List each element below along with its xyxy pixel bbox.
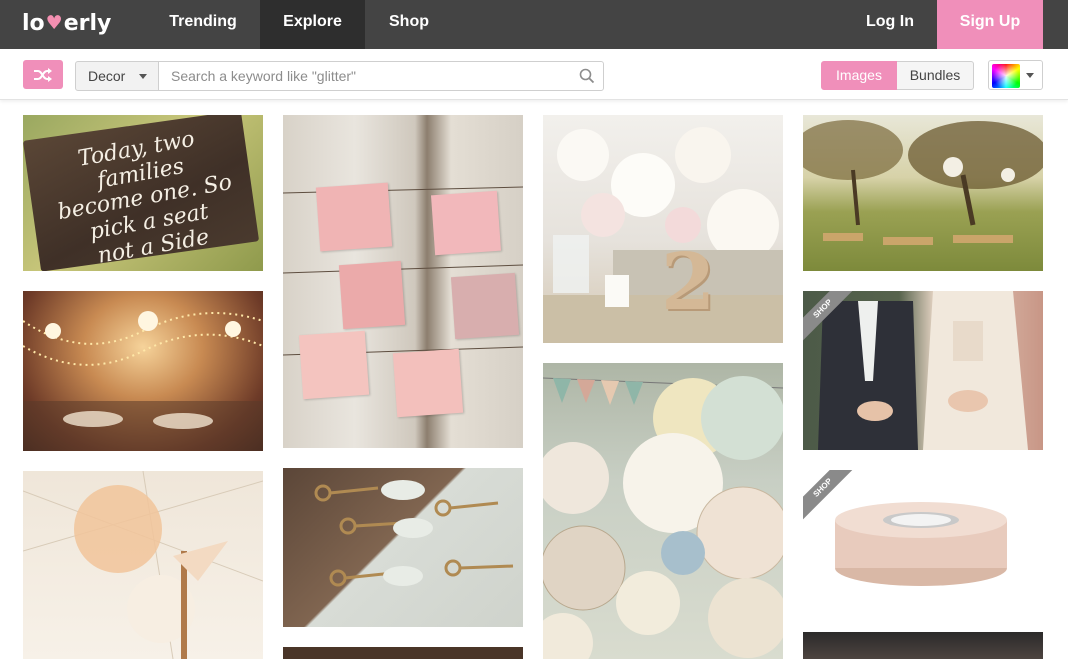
bundles-toggle[interactable]: Bundles xyxy=(897,61,974,90)
image-tile-partial[interactable] xyxy=(283,647,523,659)
image-tile-outdoor-ceremony[interactable] xyxy=(803,115,1043,271)
search-box xyxy=(158,61,604,91)
images-toggle[interactable]: Images xyxy=(821,61,897,90)
nav-trending[interactable]: Trending xyxy=(152,0,254,49)
string-lights xyxy=(23,311,263,451)
color-filter-dropdown[interactable] xyxy=(988,60,1043,90)
search-input[interactable] xyxy=(171,66,571,86)
logo-text-start: lo xyxy=(22,10,45,36)
image-tile-couple[interactable]: SHOP xyxy=(803,291,1043,450)
search-icon[interactable] xyxy=(579,68,595,84)
image-tile-skeleton-keys[interactable] xyxy=(283,468,523,627)
image-tile-escort-cards[interactable] xyxy=(283,115,523,448)
category-label: Decor xyxy=(88,68,126,84)
heart-icon: ♥ xyxy=(45,12,63,34)
escort-card xyxy=(430,190,502,256)
caret-down-icon xyxy=(1026,73,1034,78)
escort-card xyxy=(315,182,393,252)
nav-shop[interactable]: Shop xyxy=(365,0,453,49)
couple-photo xyxy=(818,291,1028,450)
shuffle-icon xyxy=(34,67,52,82)
escort-card xyxy=(450,272,520,340)
image-tile-partial[interactable] xyxy=(803,632,1043,659)
nav-explore[interactable]: Explore xyxy=(260,0,365,49)
image-tile-wooden-sign[interactable]: Today, two families become one. So pick … xyxy=(23,115,263,271)
color-spectrum-icon xyxy=(992,64,1020,88)
top-navigation: lo ♥ erly Trending Explore Shop Log In Sig… xyxy=(0,0,1068,49)
lovely-logo[interactable]: lo ♥ erly xyxy=(22,6,111,40)
skeleton-keys xyxy=(314,480,514,587)
login-link[interactable]: Log In xyxy=(850,0,930,49)
escort-card xyxy=(298,330,370,400)
image-tile-paper-lanterns[interactable] xyxy=(543,363,783,659)
escort-card xyxy=(338,260,406,330)
tree-scene xyxy=(803,120,1043,245)
image-tile-centerpiece[interactable]: 2 xyxy=(543,115,783,343)
search-toolbar: Decor Images Bundles xyxy=(0,49,1068,100)
image-tile-satin-ribbon[interactable]: SHOP xyxy=(803,470,1043,612)
ribbon-spool xyxy=(835,502,1007,586)
signup-button[interactable]: Sign Up xyxy=(937,0,1043,49)
category-dropdown[interactable]: Decor xyxy=(75,61,159,91)
tent-lanterns xyxy=(23,471,263,659)
shuffle-button[interactable] xyxy=(23,60,63,89)
lanterns-cluster xyxy=(543,376,783,659)
escort-card xyxy=(392,348,464,418)
image-tile-tent-lanterns[interactable] xyxy=(23,471,263,659)
logo-text-end: erly xyxy=(63,10,112,36)
table-number: 2 xyxy=(661,237,716,328)
image-tile-reception-lights[interactable] xyxy=(23,291,263,451)
caret-down-icon xyxy=(139,74,147,79)
